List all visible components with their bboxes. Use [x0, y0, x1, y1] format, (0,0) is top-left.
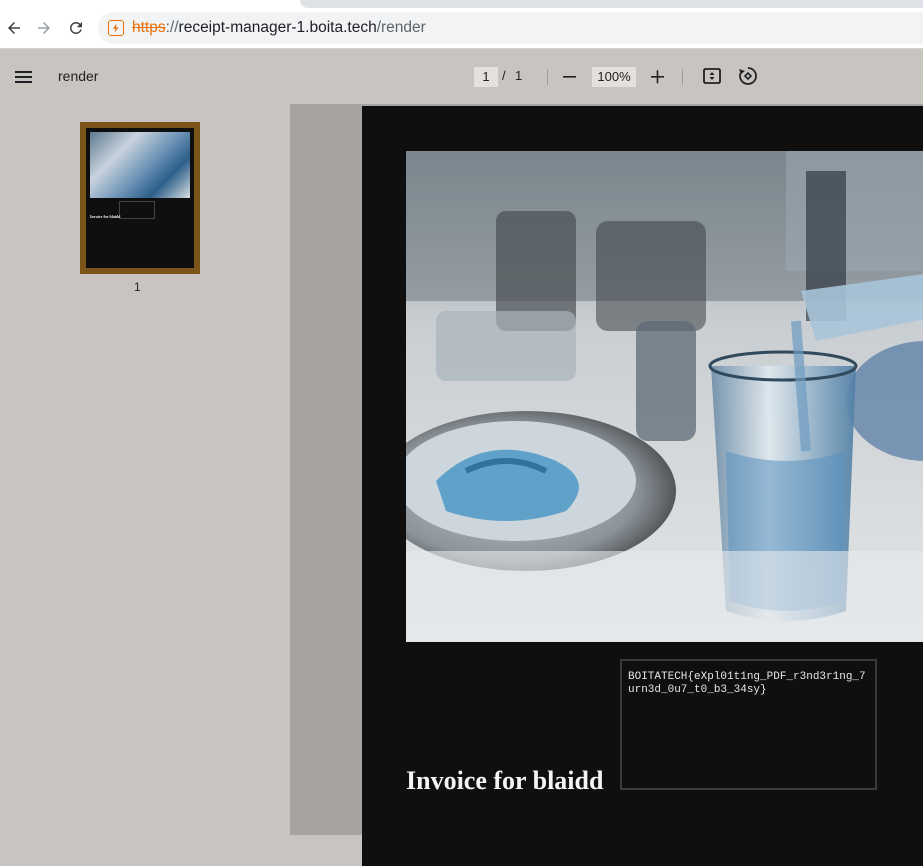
zoom-input[interactable]: 100% — [592, 67, 636, 87]
page-separator: / — [502, 68, 506, 83]
url-text: https://receipt-manager-1.boita.tech/ren… — [132, 19, 426, 36]
pdf-toolbar: render 1 / 1 100% — [0, 48, 923, 104]
document-viewer[interactable]: BOITATECH{eXpl01t1ng_PDF_r3nd3r1ng_7urn3… — [290, 104, 923, 866]
page-thumbnail[interactable]: Invoice for blaidd — [80, 122, 200, 274]
thumbnail-page: Invoice for blaidd — [86, 128, 194, 268]
menu-icon[interactable] — [14, 67, 34, 87]
address-bar[interactable]: https://receipt-manager-1.boita.tech/ren… — [98, 12, 923, 44]
back-button[interactable] — [2, 16, 26, 40]
not-secure-icon[interactable] — [108, 20, 124, 36]
reload-icon — [69, 21, 82, 34]
thumbnail-title: Invoice for blaidd — [90, 214, 121, 219]
page-number-input[interactable]: 1 — [474, 67, 498, 87]
fit-to-page-icon — [703, 68, 721, 84]
reload-button[interactable] — [64, 16, 88, 40]
thumbnail-image — [90, 132, 190, 198]
arrow-left-icon — [8, 22, 20, 34]
page-total: 1 — [515, 68, 523, 83]
pdf-page: BOITATECH{eXpl01t1ng_PDF_r3nd3r1ng_7urn3… — [362, 106, 923, 866]
thumbnail-sidebar: Invoice for blaidd 1 — [0, 104, 290, 835]
invoice-title: Invoice for blaidd — [406, 766, 604, 795]
flag-box: BOITATECH{eXpl01t1ng_PDF_r3nd3r1ng_7urn3… — [620, 659, 877, 790]
rotate-button[interactable] — [737, 65, 759, 87]
minus-icon — [563, 76, 576, 78]
rotate-icon — [739, 67, 757, 85]
arrow-right-icon — [38, 22, 50, 34]
divider — [547, 69, 548, 85]
invoice-photo — [406, 151, 923, 642]
thumbnail-label: 1 — [134, 280, 141, 294]
plus-icon — [651, 70, 664, 84]
divider — [682, 69, 683, 85]
fit-to-page-button[interactable] — [702, 66, 722, 86]
zoom-out-button[interactable] — [562, 67, 578, 87]
thumbnail-flag-box — [119, 201, 155, 219]
tab-strip — [300, 0, 923, 8]
forward-button[interactable] — [32, 16, 56, 40]
zoom-in-button[interactable] — [650, 67, 666, 87]
document-title: render — [58, 68, 99, 84]
flag-text: BOITATECH{eXpl01t1ng_PDF_r3nd3r1ng_7urn3… — [628, 671, 866, 696]
